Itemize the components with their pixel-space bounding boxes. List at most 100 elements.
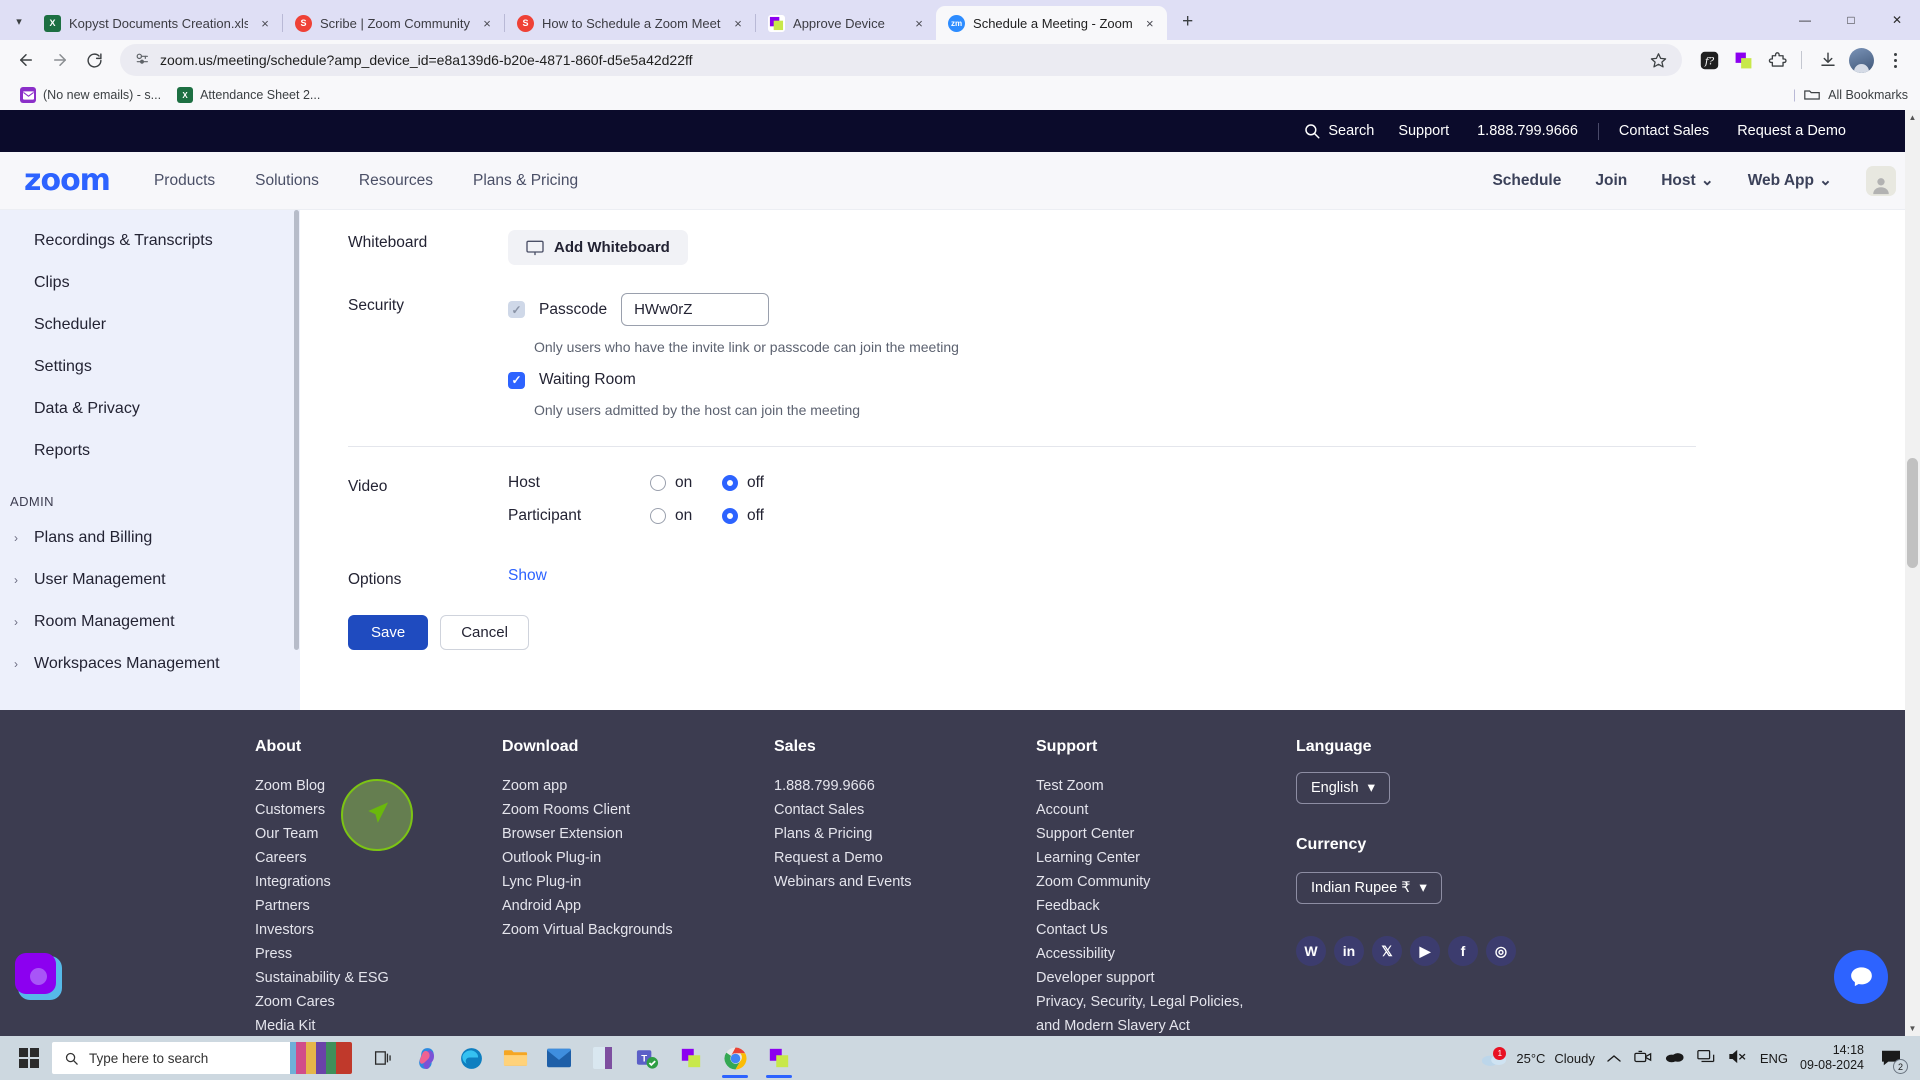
bookmark-star-icon[interactable] (1644, 46, 1672, 74)
browser-tab-4[interactable]: Approve Device × (756, 6, 936, 40)
footer-link[interactable]: Zoom Community (1036, 870, 1296, 894)
page-scroll-thumb[interactable] (1907, 458, 1918, 568)
minimize-button[interactable]: — (1782, 0, 1828, 40)
tab-close-icon[interactable]: × (256, 14, 274, 32)
downloads-icon[interactable] (1813, 45, 1843, 75)
sidebar-item-scheduler[interactable]: Scheduler (0, 304, 300, 346)
footer-link[interactable]: Outlook Plug-in (502, 846, 774, 870)
video-participant-off-option[interactable]: off (722, 507, 794, 525)
teams-icon[interactable]: T (626, 1037, 668, 1079)
nav-link-host[interactable]: Host ⌄ (1661, 171, 1713, 190)
utility-link-request-demo[interactable]: Request a Demo (1723, 123, 1860, 139)
video-participant-on-option[interactable]: on (650, 507, 722, 525)
scroll-down-arrow-icon[interactable]: ▼ (1905, 1021, 1920, 1036)
sidebar-item-user-management[interactable]: › User Management (0, 559, 300, 601)
footer-link[interactable]: Privacy, Security, Legal Policies, (1036, 990, 1296, 1014)
radio-button-selected[interactable] (722, 475, 738, 491)
passcode-input[interactable] (621, 293, 770, 326)
sidebar-item-recordings-transcripts[interactable]: Recordings & Transcripts (0, 220, 300, 262)
edge-icon[interactable] (450, 1037, 492, 1079)
sidebar-item-clips[interactable]: Clips (0, 262, 300, 304)
copilot-icon[interactable] (406, 1037, 448, 1079)
x-twitter-icon[interactable]: 𝕏 (1372, 936, 1402, 966)
utility-link-support[interactable]: Support (1384, 123, 1463, 139)
page-scrollbar[interactable]: ▲ ▼ (1905, 110, 1920, 1036)
scroll-up-arrow-icon[interactable]: ▲ (1905, 110, 1920, 125)
sidebar-item-room-management[interactable]: › Room Management (0, 601, 300, 643)
footer-link[interactable]: Webinars and Events (774, 870, 1036, 894)
chrome-menu-icon[interactable] (1880, 45, 1910, 75)
footer-link[interactable]: Zoom Virtual Backgrounds (502, 918, 774, 942)
footer-link[interactable]: Support Center (1036, 822, 1296, 846)
start-button[interactable] (6, 1036, 52, 1080)
nav-link-resources[interactable]: Resources (359, 172, 433, 190)
footer-link[interactable]: 1.888.799.9666 (774, 774, 1036, 798)
options-show-link[interactable]: Show (508, 567, 547, 584)
footer-link[interactable]: Accessibility (1036, 942, 1296, 966)
close-window-button[interactable]: ✕ (1874, 0, 1920, 40)
video-host-off-option[interactable]: off (722, 474, 794, 492)
sidebar-scroll-thumb[interactable] (294, 210, 299, 650)
show-hidden-icons-chevron-up-icon[interactable] (1607, 1051, 1621, 1066)
onedrive-icon[interactable] (1665, 1050, 1684, 1066)
footer-link[interactable]: Zoom Rooms Client (502, 798, 774, 822)
nav-link-join[interactable]: Join (1595, 172, 1627, 190)
radio-button[interactable] (650, 475, 666, 491)
tab-close-icon[interactable]: × (910, 14, 928, 32)
reload-icon[interactable] (78, 44, 110, 76)
footer-link[interactable]: Zoom Cares (255, 990, 502, 1014)
site-info-icon[interactable] (134, 51, 150, 70)
chat-support-bubble[interactable] (1834, 950, 1888, 1004)
footer-link[interactable]: Lync Plug-in (502, 870, 774, 894)
facebook-icon[interactable]: f (1448, 936, 1478, 966)
grammarly-icon[interactable]: f? (1694, 45, 1724, 75)
tab-search-chevron-icon[interactable]: ▾ (6, 4, 32, 38)
kopyst-icon[interactable] (758, 1037, 800, 1079)
camera-icon[interactable] (1634, 1050, 1652, 1067)
utility-link-phone[interactable]: 1.888.799.9666 (1463, 123, 1592, 139)
passcode-checkbox[interactable]: ✓ (508, 301, 525, 318)
sidebar-item-settings[interactable]: Settings (0, 346, 300, 388)
tab-close-icon[interactable]: × (1141, 14, 1159, 32)
footer-link[interactable]: Sustainability & ESG (255, 966, 502, 990)
footer-link[interactable]: Test Zoom (1036, 774, 1296, 798)
currency-picker[interactable]: Indian Rupee ₹ ▾ (1296, 872, 1442, 904)
file-explorer-icon[interactable] (494, 1037, 536, 1079)
new-tab-button[interactable]: + (1173, 7, 1203, 37)
language-picker[interactable]: English ▾ (1296, 772, 1390, 804)
footer-link[interactable]: Developer support (1036, 966, 1296, 990)
cancel-button[interactable]: Cancel (440, 615, 529, 650)
radio-button-selected[interactable] (722, 508, 738, 524)
mail-icon[interactable] (538, 1037, 580, 1079)
nav-link-schedule[interactable]: Schedule (1492, 172, 1561, 190)
weather-widget[interactable]: 1 25°C Cloudy (1481, 1047, 1595, 1067)
footer-link[interactable]: Integrations (255, 870, 502, 894)
tab-close-icon[interactable]: × (478, 14, 496, 32)
network-icon[interactable] (1697, 1049, 1715, 1067)
sidebar-item-plans-and-billing[interactable]: › Plans and Billing (0, 517, 300, 559)
add-whiteboard-button[interactable]: Add Whiteboard (508, 230, 688, 265)
footer-link[interactable]: Request a Demo (774, 846, 1036, 870)
task-view-icon[interactable] (362, 1037, 404, 1079)
onenote-icon[interactable] (582, 1037, 624, 1079)
video-host-on-option[interactable]: on (650, 474, 722, 492)
taskbar-search-box[interactable]: Type here to search (52, 1042, 352, 1074)
bookmark-item-mail[interactable]: (No new emails) - s... (12, 84, 169, 106)
site-search-button[interactable]: Search (1303, 122, 1384, 140)
utility-link-contact-sales[interactable]: Contact Sales (1605, 123, 1723, 139)
sidebar-item-reports[interactable]: Reports (0, 430, 300, 472)
sidebar-item-data-privacy[interactable]: Data & Privacy (0, 388, 300, 430)
save-button[interactable]: Save (348, 615, 429, 650)
footer-link[interactable]: and Modern Slavery Act (1036, 1014, 1296, 1036)
tab-close-icon[interactable]: × (729, 14, 747, 32)
zoom-logo[interactable]: zoom (24, 163, 111, 198)
footer-link[interactable]: Partners (255, 894, 502, 918)
volume-muted-icon[interactable] (1728, 1049, 1747, 1067)
nav-link-web-app[interactable]: Web App ⌄ (1748, 171, 1832, 190)
footer-link[interactable]: Media Kit (255, 1014, 502, 1036)
linkedin-icon[interactable]: in (1334, 936, 1364, 966)
footer-link[interactable]: Feedback (1036, 894, 1296, 918)
address-bar[interactable]: zoom.us/meeting/schedule?amp_device_id=e… (120, 44, 1682, 76)
footer-link[interactable]: Learning Center (1036, 846, 1296, 870)
nav-link-solutions[interactable]: Solutions (255, 172, 319, 190)
